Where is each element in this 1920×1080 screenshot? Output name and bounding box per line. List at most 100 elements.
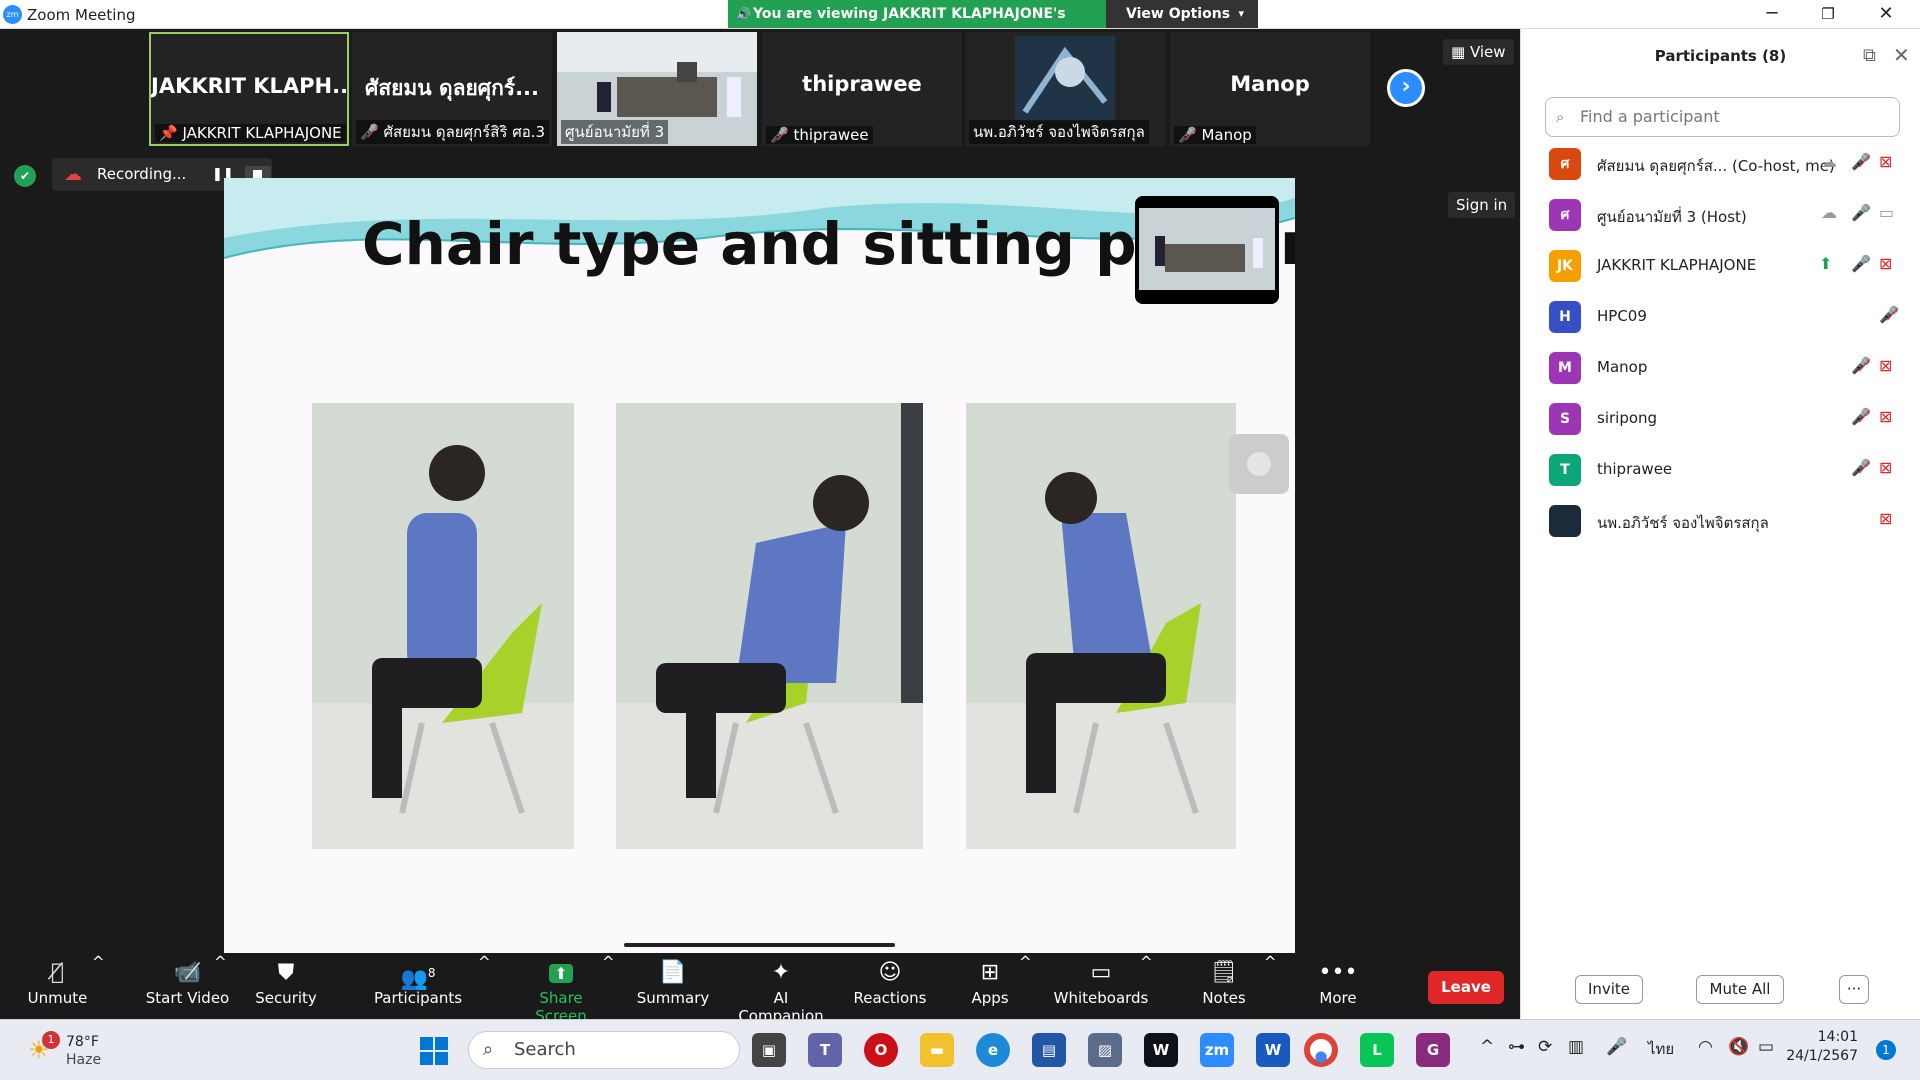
participant-row[interactable]: S siripong 🎤̸ ⊠ [1521, 395, 1920, 445]
participant-name: siripong [1597, 409, 1658, 427]
search-icon: ⌕ [483, 1039, 494, 1060]
mute-all-button[interactable]: Mute All [1696, 975, 1784, 1004]
store-icon[interactable]: ▤ [1032, 1033, 1066, 1067]
speaker-muted-icon[interactable]: 🔇 [1728, 1037, 1749, 1057]
more-button[interactable]: ••• More [1310, 953, 1366, 1019]
participant-thumbnail[interactable]: JAKKRIT KLAPH... 📌 JAKKRIT KLAPHAJONE [149, 32, 349, 146]
pdf-app-icon[interactable]: G [1416, 1033, 1450, 1067]
taskbar-search[interactable]: ⌕ Search [468, 1031, 740, 1069]
video-options-caret[interactable]: ^ [214, 953, 227, 1019]
mic-muted-icon: 🎤̸ [1879, 305, 1899, 324]
panel-more-button[interactable]: ··· [1839, 975, 1869, 1004]
close-window-button[interactable]: ✕ [1866, 2, 1906, 26]
leave-button[interactable]: Leave [1428, 971, 1504, 1004]
share-options-caret[interactable]: ^ [602, 953, 615, 1019]
tray-app-icon[interactable]: ⊶ [1508, 1037, 1525, 1057]
line-icon[interactable]: L [1360, 1033, 1394, 1067]
participant-name: นพ.อภิวัชร์ จองไพจิตรสกุล [1597, 514, 1769, 532]
participants-button[interactable]: 👥8 Participants [370, 953, 466, 1019]
opera-icon[interactable]: O [864, 1033, 898, 1067]
edge-icon[interactable]: e [976, 1033, 1010, 1067]
participants-options-caret[interactable]: ^ [478, 953, 491, 1019]
reactions-button[interactable]: ☺ Reactions [853, 953, 927, 1019]
grid-icon: ▦ [1451, 43, 1470, 61]
participant-thumbnail[interactable]: thiprawee 🎤̸ thiprawee [762, 32, 962, 146]
avatar: JK [1549, 250, 1581, 282]
battery-icon[interactable]: ▭ [1758, 1037, 1774, 1057]
participant-row[interactable]: T thiprawee 🎤̸ ⊠ [1521, 446, 1920, 496]
summary-button[interactable]: 📄 Summary [636, 953, 710, 1019]
tray-expand-icon[interactable]: ^ [1480, 1037, 1494, 1057]
weather-widget[interactable]: ☀ 1 78°F Haze [22, 1030, 152, 1070]
windows-taskbar: ☀ 1 78°F Haze ⌕ Search ▣ T O ▬ e ▤ ▨ W z… [0, 1019, 1920, 1080]
close-icon[interactable]: ✕ [1893, 43, 1910, 67]
participant-name: ศูนย์อนามัยที่ 3 (Host) [1597, 208, 1747, 226]
avatar: ศ [1549, 148, 1581, 180]
avatar: S [1549, 403, 1581, 435]
security-button[interactable]: ⛊ Security [250, 953, 322, 1019]
weather-badge: 1 [42, 1031, 60, 1049]
participant-thumbnail[interactable]: นพ.อภิวัชร์ จองไพจิตรสกุล [965, 32, 1165, 146]
apps-options-caret[interactable]: ^ [1019, 953, 1032, 1019]
participant-search-input[interactable]: ⌕ Find a participant [1545, 97, 1900, 137]
participant-row[interactable]: M Manop 🎤̸ ⊠ [1521, 344, 1920, 394]
file-explorer-icon[interactable]: ▬ [920, 1033, 954, 1067]
participant-row[interactable]: ศ ศูนย์อนามัยที่ 3 (Host) ☁ 🎤 ▭ [1521, 191, 1920, 241]
mic-muted-icon: 🎤̸ [1178, 126, 1202, 144]
sync-icon[interactable]: ⟳ [1538, 1037, 1552, 1057]
participant-row[interactable]: H HPC09 🎤̸ [1521, 293, 1920, 343]
bandwidth-icon[interactable]: ▥ [1568, 1037, 1584, 1057]
thumbnail-label: 🎤̸ ศัสยมน ดุลยศุกร์สิริ ศอ.3 [356, 120, 550, 144]
language-indicator[interactable]: ไทย [1648, 1037, 1674, 1061]
word-icon[interactable]: W [1256, 1033, 1290, 1067]
share-screen-button[interactable]: ⬆ Share Screen [512, 953, 610, 1025]
speaker-icon: 🔊 [736, 7, 751, 21]
video-off-icon: ⊠ [1879, 254, 1893, 273]
start-video-button[interactable]: 📹̸ Start Video [130, 953, 245, 1019]
microphone-tray-icon[interactable]: 🎤 [1606, 1037, 1627, 1057]
panel-title: Participants (8) [1654, 47, 1787, 65]
taskbar-clock[interactable]: 14:01 24/1/2567 [1778, 1028, 1858, 1066]
start-button[interactable] [420, 1037, 448, 1065]
scroll-indicator[interactable] [624, 943, 895, 947]
notes-button[interactable]: 🗒 Notes [1198, 953, 1250, 1019]
view-options-button[interactable]: View Options ▾ [1106, 0, 1258, 28]
restore-button[interactable]: ❐ [1808, 2, 1848, 26]
teams-icon[interactable]: T [808, 1033, 842, 1067]
encryption-shield-icon[interactable]: ✔ [14, 165, 36, 187]
cloud-icon: ☁ [1821, 203, 1837, 222]
sharing-screen-icon: ⬆ [1819, 254, 1833, 273]
view-button[interactable]: ▦ View [1443, 39, 1514, 65]
participant-row[interactable]: JK JAKKRIT KLAPHAJONE ⬆ 🎤 ⊠ [1521, 242, 1920, 292]
apps-button[interactable]: ⊞ Apps [962, 953, 1018, 1019]
notification-badge[interactable]: 1 [1876, 1040, 1896, 1060]
video-off-icon: ⊠ [1879, 509, 1893, 528]
whiteboard-icon: ▭ [1090, 960, 1112, 985]
whiteboard-options-caret[interactable]: ^ [1140, 953, 1153, 1019]
remote-desktop-icon[interactable]: ▨ [1088, 1033, 1122, 1067]
popout-icon[interactable]: ⧉ [1863, 45, 1876, 66]
participant-name: JAKKRIT KLAPHAJONE [1597, 256, 1757, 274]
sign-in-button[interactable]: Sign in [1448, 192, 1516, 218]
participant-row[interactable]: ศ ศัสยมน ดุลยศุกร์ส... (Co-host, me) ☁ 🎤… [1521, 140, 1920, 190]
audio-options-caret[interactable]: ^ [92, 953, 105, 1019]
participant-thumbnail[interactable]: Manop 🎤̸ Manop [1170, 32, 1370, 146]
notes-options-caret[interactable]: ^ [1264, 953, 1277, 1019]
task-view-icon[interactable]: ▣ [752, 1033, 786, 1067]
wifi-icon[interactable]: ◠ [1698, 1037, 1713, 1057]
chrome-icon[interactable]: ● [1304, 1033, 1338, 1067]
floating-control-button[interactable] [1229, 434, 1289, 494]
ai-companion-button[interactable]: ✦ AI Companion [730, 953, 832, 1025]
minimize-button[interactable]: ─ [1752, 2, 1792, 26]
participant-row[interactable]: นพ.อภิวัชร์ จองไพจิตรสกุล ⊠ [1521, 497, 1920, 547]
thumbnail-label: นพ.อภิวัชร์ จองไพจิตรสกุล [969, 120, 1149, 144]
next-page-button[interactable]: › [1387, 69, 1425, 107]
thumbnail-label: ศูนย์อนามัยที่ 3 [561, 120, 669, 144]
unmute-button[interactable]: 🎙̸ Unmute [20, 953, 95, 1019]
zoom-icon[interactable]: zm [1200, 1033, 1234, 1067]
webex-icon[interactable]: W [1144, 1033, 1178, 1067]
participant-thumbnail[interactable]: ศัสยมน ดุลยศุกร์... 🎤̸ ศัสยมน ดุลยศุกร์ส… [352, 32, 552, 146]
invite-button[interactable]: Invite [1575, 975, 1643, 1004]
whiteboards-button[interactable]: ▭ Whiteboards [1052, 953, 1150, 1019]
participant-thumbnail[interactable]: ศูนย์อนามัยที่ 3 [557, 32, 757, 146]
